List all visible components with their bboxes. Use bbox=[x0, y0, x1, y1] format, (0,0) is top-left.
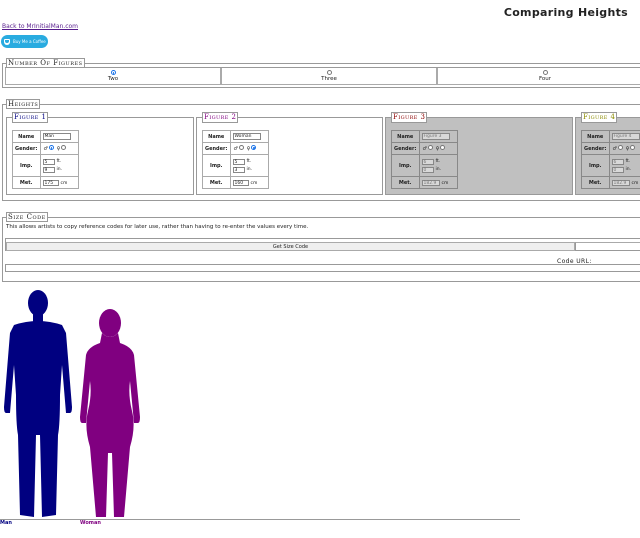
met-label: Met. bbox=[391, 176, 420, 189]
code-url-field[interactable] bbox=[5, 264, 640, 272]
gender-label: Gender: bbox=[391, 142, 420, 155]
coffee-label: Buy Me a Coffee bbox=[13, 39, 46, 44]
figures-option-three[interactable]: Three bbox=[221, 68, 437, 85]
radio-four[interactable] bbox=[542, 70, 548, 75]
met-label: Met. bbox=[12, 176, 41, 189]
figure-1-name-input[interactable]: Man bbox=[42, 133, 71, 140]
heights-legend: Heights bbox=[6, 99, 41, 109]
figure-1-legend: Figure 1 bbox=[12, 112, 49, 123]
gender-label: Gender: bbox=[581, 142, 610, 155]
in-unit: in. bbox=[625, 167, 632, 172]
in-unit: in. bbox=[56, 167, 63, 172]
figure-3-panel: Figure 3 Name Figure 3 Gender: ♂ ♀ Imp. … bbox=[385, 112, 573, 195]
gender-label: Gender: bbox=[202, 142, 231, 155]
figure-4-feet-input[interactable]: 6 bbox=[611, 158, 624, 165]
met-label: Met. bbox=[581, 176, 610, 189]
cm-unit: cm bbox=[441, 180, 449, 186]
imp-label: Imp. bbox=[581, 154, 610, 177]
male-icon: ♂ bbox=[422, 146, 427, 152]
cm-unit: cm bbox=[60, 180, 68, 186]
imp-label: Imp. bbox=[12, 154, 41, 177]
figure-3-male-radio[interactable] bbox=[427, 145, 433, 150]
figure-4-cm-input[interactable]: 182.9 bbox=[611, 179, 630, 186]
male-icon: ♂ bbox=[233, 146, 238, 152]
back-link[interactable]: Back to MrInitialMan.com bbox=[2, 23, 78, 30]
imp-label: Imp. bbox=[202, 154, 231, 177]
option-label: Four bbox=[538, 76, 552, 82]
size-code-row: Get Size Code bbox=[5, 238, 640, 251]
figure-2-panel: Figure 2 Name Woman Gender: ♂ ♀ Imp. 5 ft… bbox=[196, 112, 383, 195]
female-icon: ♀ bbox=[56, 146, 61, 152]
radio-three[interactable] bbox=[326, 70, 332, 75]
man-silhouette bbox=[4, 290, 72, 517]
figure-4-female-radio[interactable] bbox=[630, 145, 636, 150]
female-icon: ♀ bbox=[246, 146, 251, 152]
figures-option-two[interactable]: Two bbox=[5, 68, 221, 85]
cm-unit: cm bbox=[250, 180, 258, 186]
name-label: Name bbox=[12, 130, 41, 143]
woman-label: Woman bbox=[80, 520, 101, 526]
figures-option-four[interactable]: Four bbox=[437, 68, 640, 85]
figure-3-feet-input[interactable]: 6 bbox=[421, 158, 434, 165]
figure-2-name-input[interactable]: Woman bbox=[232, 133, 261, 140]
cm-unit: cm bbox=[631, 180, 639, 186]
coffee-cup-icon bbox=[4, 38, 10, 45]
buy-coffee-button[interactable]: Buy Me a Coffee bbox=[1, 35, 48, 48]
male-icon: ♂ bbox=[612, 146, 617, 152]
figure-1-feet-input[interactable]: 5 bbox=[42, 158, 55, 165]
figure-2-female-radio[interactable] bbox=[251, 145, 257, 150]
female-icon: ♀ bbox=[435, 146, 440, 152]
figure-4-name-input[interactable]: Figure 4 bbox=[611, 133, 640, 140]
figure-1-female-radio[interactable] bbox=[61, 145, 67, 150]
figure-2-feet-input[interactable]: 5 bbox=[232, 158, 245, 165]
name-label: Name bbox=[202, 130, 231, 143]
figure-2-legend: Figure 2 bbox=[202, 112, 239, 123]
page-title: Comparing Heights bbox=[503, 6, 628, 19]
get-size-code-button[interactable]: Get Size Code bbox=[6, 242, 575, 251]
female-icon: ♀ bbox=[625, 146, 630, 152]
figure-1-male-radio[interactable] bbox=[48, 145, 54, 150]
size-code-description: This allows artists to copy reference co… bbox=[6, 224, 309, 230]
man-label: Man bbox=[0, 520, 12, 526]
male-icon: ♂ bbox=[43, 146, 48, 152]
figure-3-legend: Figure 3 bbox=[391, 112, 428, 123]
figure-2-cm-input[interactable]: 160 bbox=[232, 179, 249, 186]
option-label: Three bbox=[321, 76, 337, 82]
met-label: Met. bbox=[202, 176, 231, 189]
figure-3-female-radio[interactable] bbox=[440, 145, 446, 150]
figure-1-inches-input[interactable]: 9 bbox=[42, 166, 55, 173]
in-unit: in. bbox=[435, 167, 442, 172]
ft-unit: ft. bbox=[435, 159, 441, 164]
silhouettes-svg bbox=[4, 290, 140, 517]
size-code-output-cell bbox=[575, 242, 640, 251]
radio-two[interactable] bbox=[110, 70, 116, 75]
figure-3-cm-input[interactable]: 182.9 bbox=[421, 179, 440, 186]
figure-3-name-input[interactable]: Figure 3 bbox=[421, 133, 450, 140]
size-code-legend: Size Code bbox=[6, 212, 48, 222]
name-label: Name bbox=[581, 130, 610, 143]
height-comparison-stage bbox=[0, 285, 520, 520]
woman-silhouette bbox=[80, 309, 140, 517]
imp-label: Imp. bbox=[391, 154, 420, 177]
figure-4-panel: Figure 4 Name Figure 4 Gender: ♂ ♀ Imp. … bbox=[575, 112, 640, 195]
figure-4-inches-input[interactable]: 0 bbox=[611, 166, 624, 173]
ft-unit: ft. bbox=[246, 159, 252, 164]
ft-unit: ft. bbox=[56, 159, 62, 164]
gender-label: Gender: bbox=[12, 142, 41, 155]
name-label: Name bbox=[391, 130, 420, 143]
in-unit: in. bbox=[246, 167, 253, 172]
figure-2-male-radio[interactable] bbox=[238, 145, 244, 150]
figure-4-male-radio[interactable] bbox=[617, 145, 623, 150]
figure-1-panel: Figure 1 Name Man Gender: ♂ ♀ Imp. 5 ft. … bbox=[6, 112, 194, 195]
option-label: Two bbox=[107, 76, 119, 82]
figure-4-legend: Figure 4 bbox=[581, 112, 618, 123]
figure-1-cm-input[interactable]: 175 bbox=[42, 179, 59, 186]
ft-unit: ft. bbox=[625, 159, 631, 164]
figure-3-inches-input[interactable]: 0 bbox=[421, 166, 434, 173]
figure-2-inches-input[interactable]: 3 bbox=[232, 166, 245, 173]
